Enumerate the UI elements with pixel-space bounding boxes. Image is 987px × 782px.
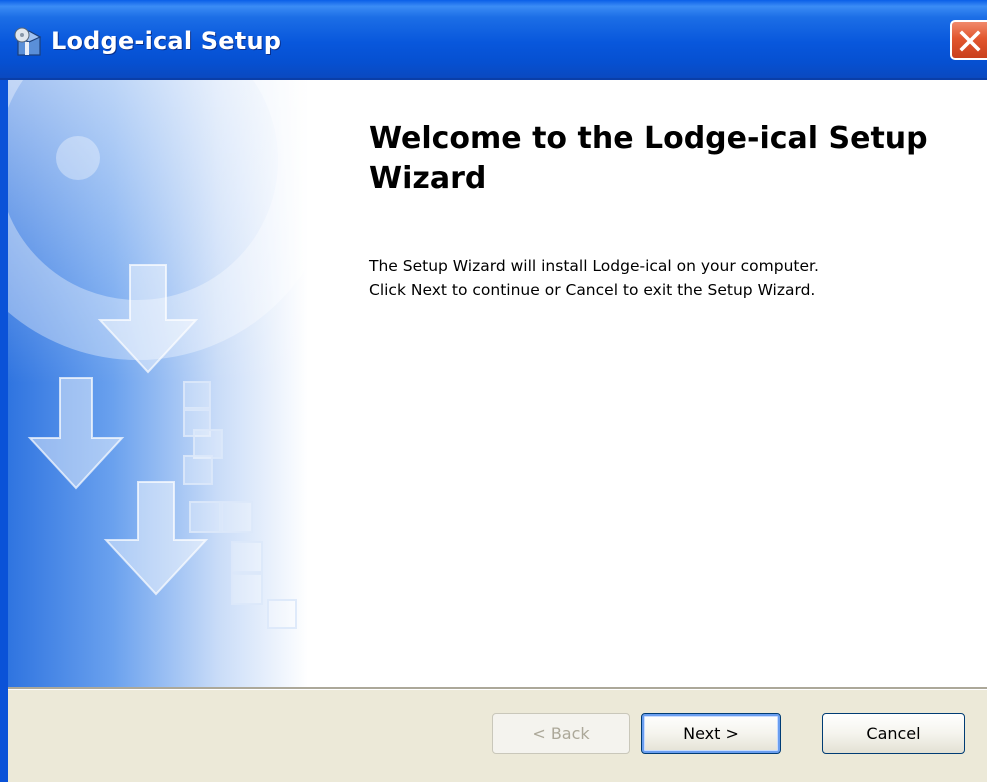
title-bar[interactable]: Lodge-ical Setup — [0, 0, 987, 80]
wizard-page: Welcome to the Lodge-ical Setup Wizard T… — [8, 80, 987, 687]
welcome-line-1: The Setup Wizard will install Lodge-ical… — [369, 257, 819, 275]
wizard-banner-image — [8, 80, 308, 687]
window-frame-left — [0, 80, 8, 782]
next-button[interactable]: Next > — [641, 713, 781, 754]
close-button[interactable] — [950, 20, 987, 60]
welcome-description: The Setup Wizard will install Lodge-ical… — [369, 254, 969, 302]
close-icon — [959, 30, 981, 52]
welcome-heading: Welcome to the Lodge-ical Setup Wizard — [369, 121, 928, 196]
welcome-line-2: Click Next to continue or Cancel to exit… — [369, 281, 816, 299]
cancel-button[interactable]: Cancel — [822, 713, 965, 754]
window-title: Lodge-ical Setup — [51, 27, 282, 55]
setup-window: Lodge-ical Setup Welcome to the Lodge-ic… — [0, 0, 987, 782]
installer-icon — [14, 27, 42, 56]
back-button[interactable]: < Back — [492, 713, 630, 754]
